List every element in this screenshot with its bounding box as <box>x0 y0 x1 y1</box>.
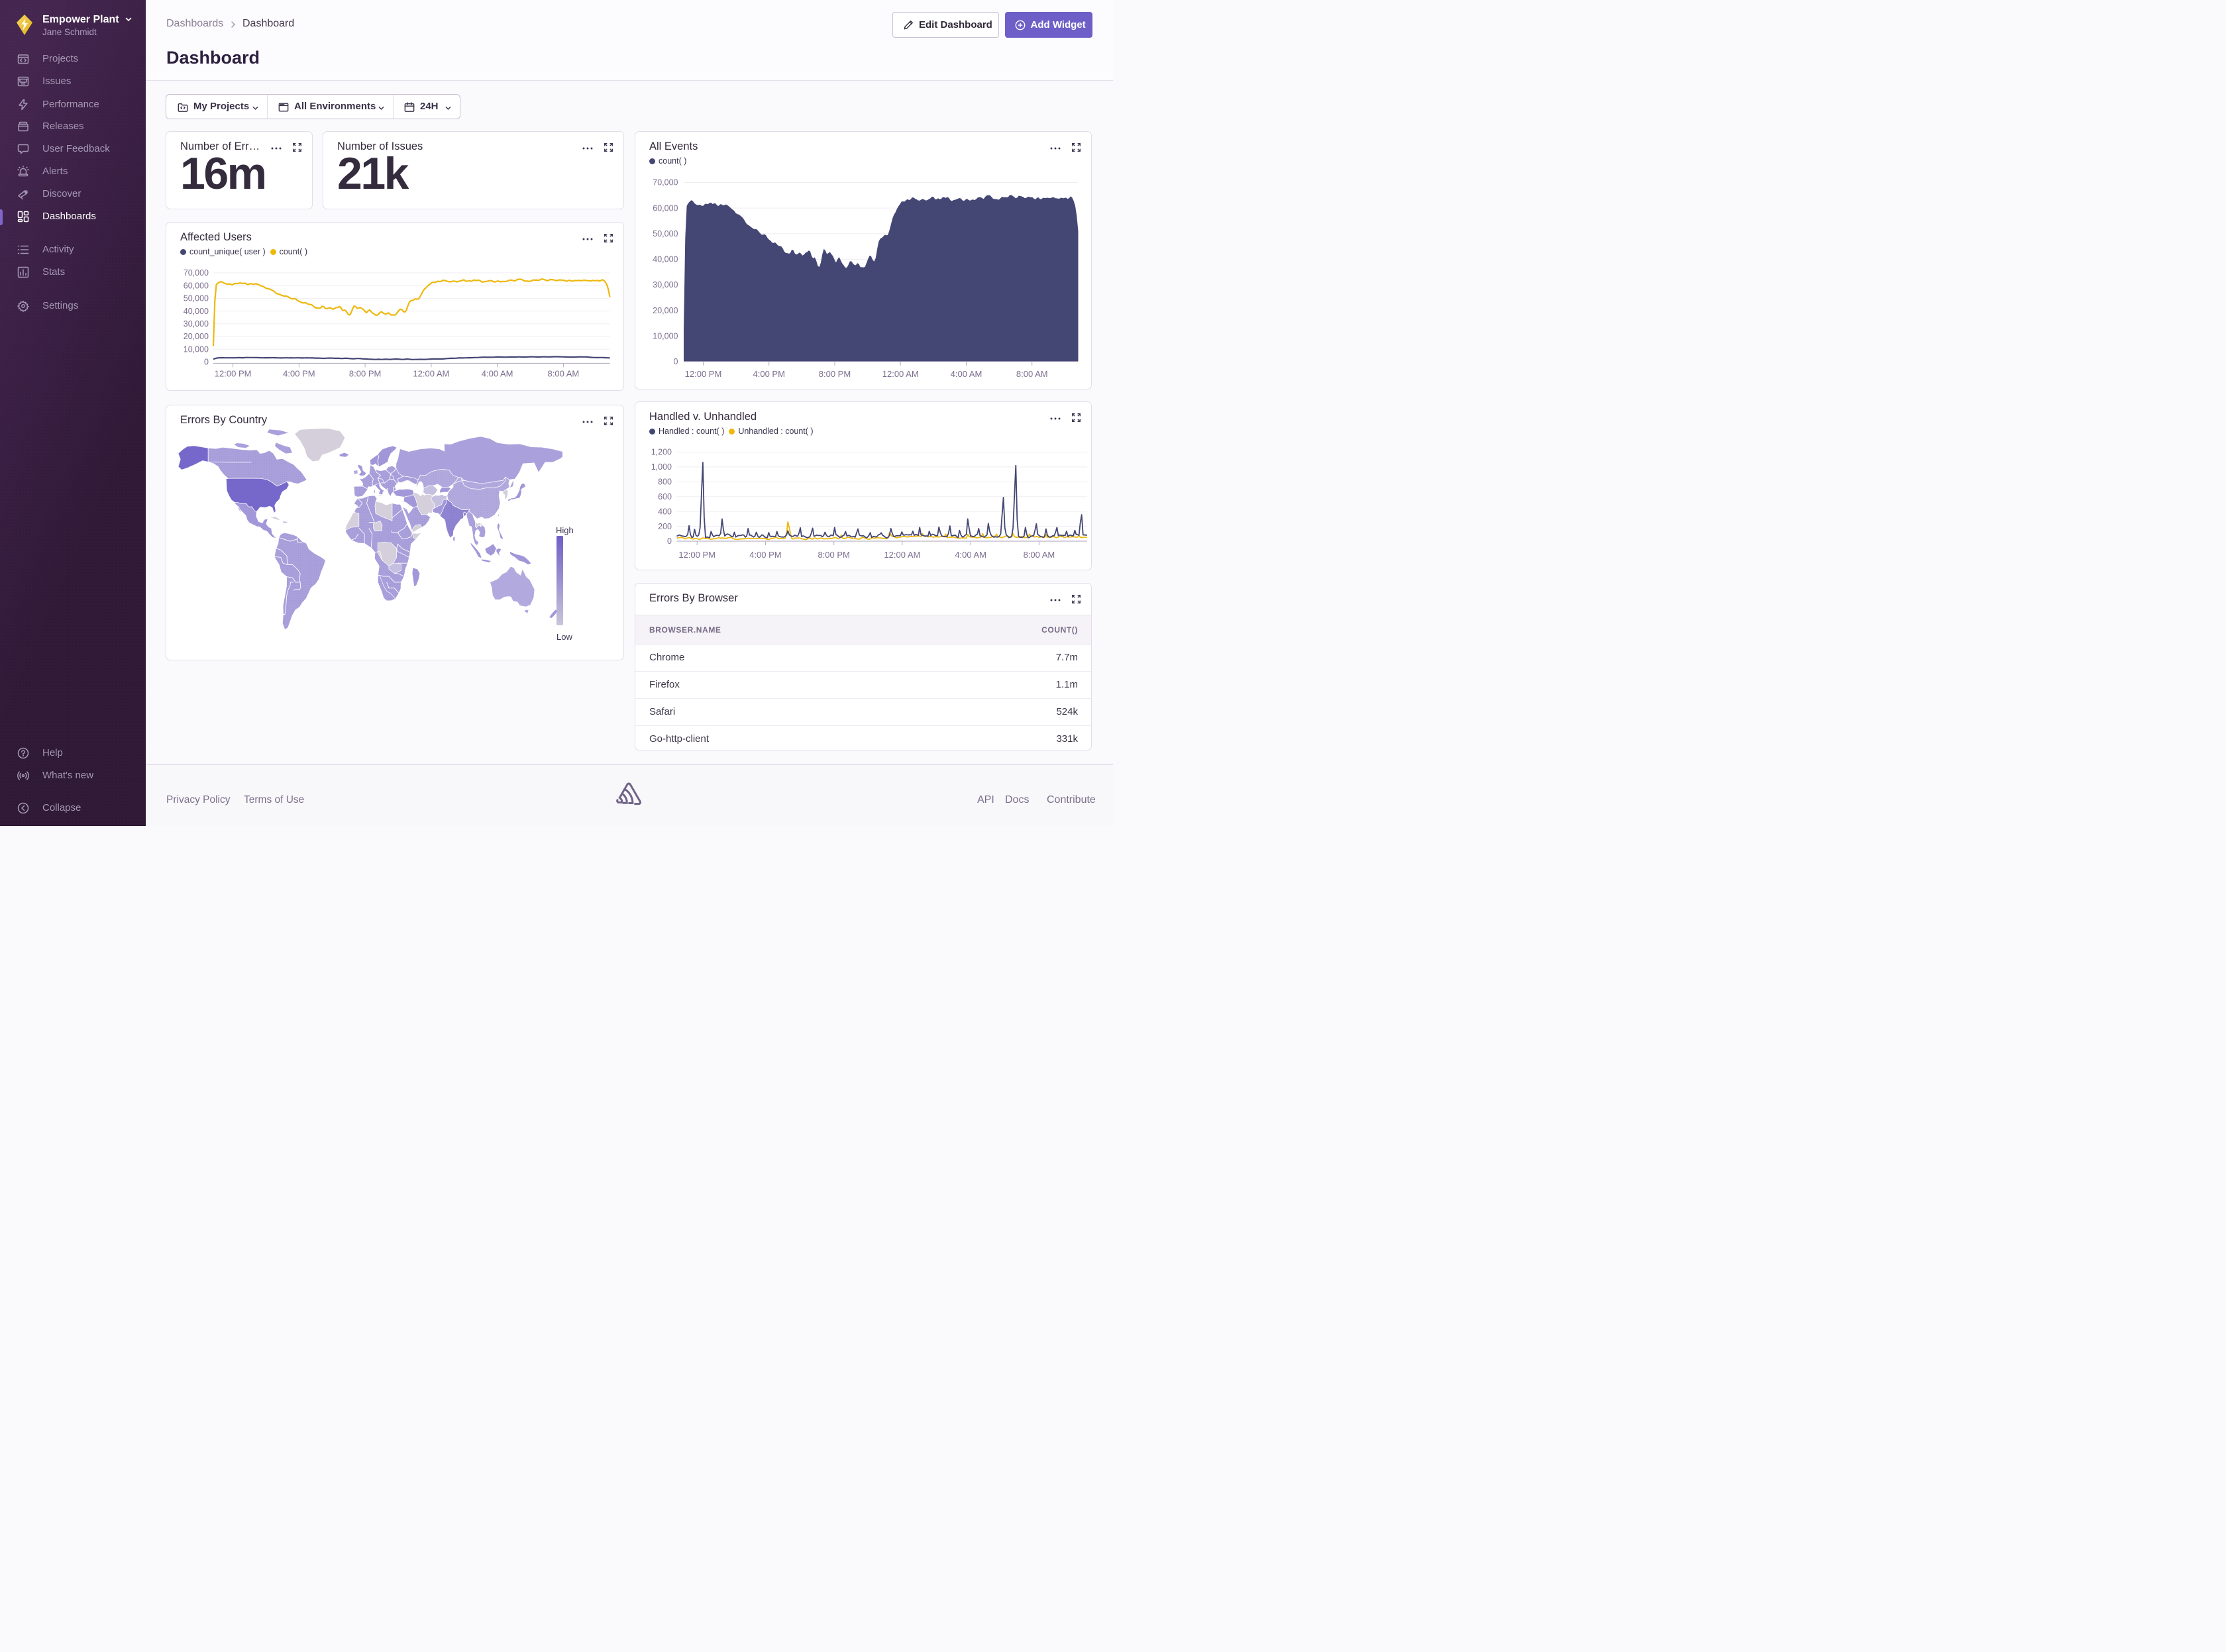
svg-text:12:00 AM: 12:00 AM <box>884 550 920 560</box>
svg-text:8:00 AM: 8:00 AM <box>1016 369 1048 379</box>
svg-text:0: 0 <box>204 358 209 367</box>
svg-text:10,000: 10,000 <box>653 331 678 340</box>
svg-text:200: 200 <box>658 522 672 531</box>
svg-text:4:00 AM: 4:00 AM <box>951 369 982 379</box>
svg-text:50,000: 50,000 <box>184 294 209 303</box>
svg-text:4:00 PM: 4:00 PM <box>283 369 315 379</box>
svg-text:8:00 PM: 8:00 PM <box>818 550 849 560</box>
svg-text:4:00 AM: 4:00 AM <box>955 550 986 560</box>
svg-text:0: 0 <box>674 357 678 366</box>
svg-text:8:00 AM: 8:00 AM <box>548 369 580 379</box>
svg-text:20,000: 20,000 <box>184 332 209 341</box>
svg-text:8:00 PM: 8:00 PM <box>349 369 381 379</box>
svg-text:60,000: 60,000 <box>184 281 209 290</box>
svg-text:40,000: 40,000 <box>653 255 678 264</box>
svg-text:12:00 PM: 12:00 PM <box>685 369 722 379</box>
svg-text:8:00 PM: 8:00 PM <box>819 369 851 379</box>
svg-text:400: 400 <box>658 507 672 516</box>
svg-text:50,000: 50,000 <box>653 229 678 238</box>
svg-text:800: 800 <box>658 478 672 487</box>
svg-text:0: 0 <box>667 537 672 546</box>
svg-text:30,000: 30,000 <box>653 280 678 289</box>
svg-text:12:00 PM: 12:00 PM <box>215 369 252 379</box>
svg-text:20,000: 20,000 <box>653 306 678 315</box>
svg-text:1,200: 1,200 <box>651 448 672 457</box>
svg-text:10,000: 10,000 <box>184 344 209 354</box>
svg-text:8:00 AM: 8:00 AM <box>1024 550 1055 560</box>
svg-text:600: 600 <box>658 492 672 501</box>
svg-text:4:00 PM: 4:00 PM <box>749 550 781 560</box>
svg-text:70,000: 70,000 <box>184 268 209 278</box>
svg-text:4:00 PM: 4:00 PM <box>753 369 785 379</box>
svg-text:30,000: 30,000 <box>184 319 209 329</box>
svg-text:12:00 AM: 12:00 AM <box>413 369 449 379</box>
svg-text:70,000: 70,000 <box>653 178 678 187</box>
svg-text:12:00 PM: 12:00 PM <box>678 550 716 560</box>
svg-text:60,000: 60,000 <box>653 203 678 213</box>
svg-text:4:00 AM: 4:00 AM <box>482 369 513 379</box>
svg-text:1,000: 1,000 <box>651 462 672 472</box>
svg-text:40,000: 40,000 <box>184 307 209 316</box>
svg-text:12:00 AM: 12:00 AM <box>882 369 919 379</box>
